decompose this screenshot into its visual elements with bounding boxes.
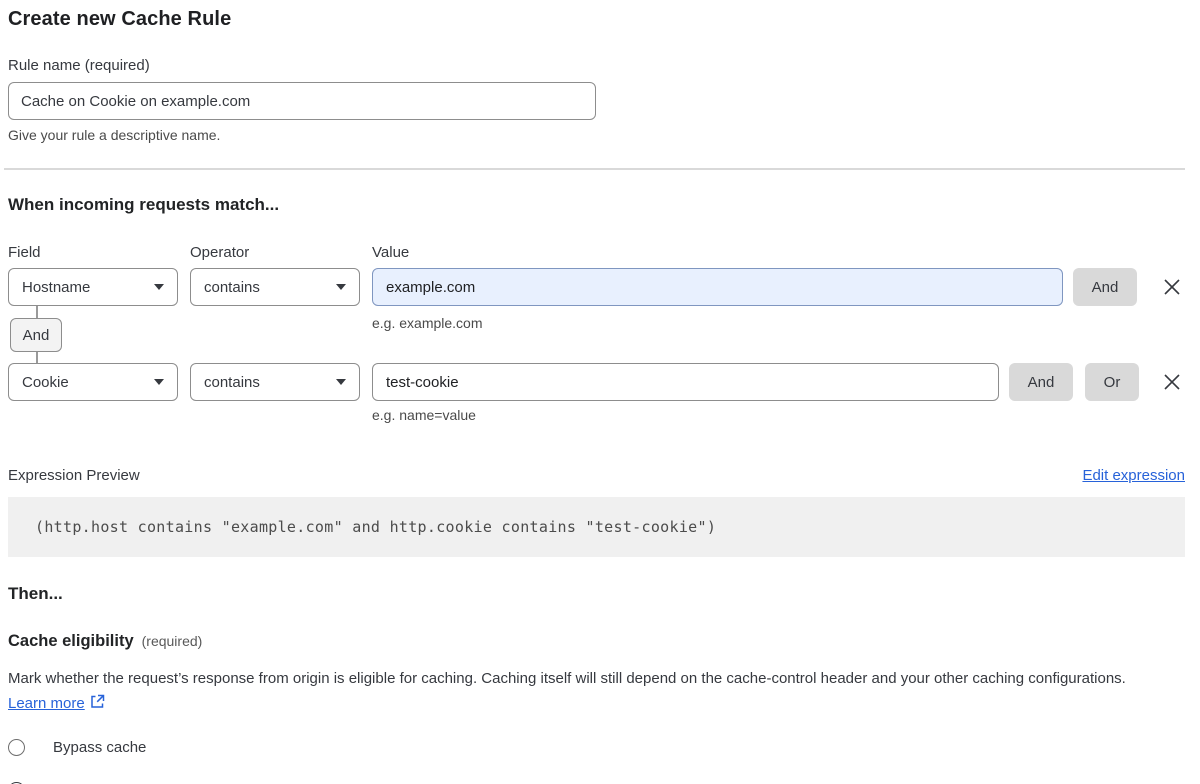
condition-row-1: Hostname contains And bbox=[8, 268, 1185, 306]
condition-row-2: Cookie contains And Or bbox=[8, 363, 1185, 401]
connector-band: And e.g. example.com bbox=[8, 306, 1185, 363]
external-link-icon bbox=[90, 694, 105, 709]
expression-code: (http.host contains "example.com" and ht… bbox=[35, 518, 716, 536]
radio-unchecked-icon[interactable] bbox=[8, 739, 25, 756]
connector-and-toggle[interactable]: And bbox=[10, 318, 62, 352]
chevron-down-icon bbox=[336, 379, 346, 385]
value-input[interactable] bbox=[372, 363, 999, 401]
value-input[interactable] bbox=[372, 268, 1063, 306]
value-column-label: Value bbox=[372, 244, 409, 261]
required-tag: (required) bbox=[142, 633, 203, 649]
operator-select[interactable]: contains bbox=[190, 363, 360, 401]
edit-expression-link[interactable]: Edit expression bbox=[1082, 467, 1185, 484]
close-icon bbox=[1163, 278, 1181, 296]
field-select[interactable]: Hostname bbox=[8, 268, 178, 306]
cache-eligibility-heading: Cache eligibility (required) bbox=[8, 632, 1185, 651]
description-text: Mark whether the request’s response from… bbox=[8, 670, 1126, 687]
add-or-condition-button[interactable]: Or bbox=[1085, 363, 1139, 401]
chevron-down-icon bbox=[154, 379, 164, 385]
expression-preview-label: Expression Preview bbox=[8, 467, 140, 484]
value-hint: e.g. example.com bbox=[372, 315, 483, 331]
add-and-condition-button[interactable]: And bbox=[1073, 268, 1137, 306]
rule-name-help: Give your rule a descriptive name. bbox=[8, 127, 1185, 143]
field-select[interactable]: Cookie bbox=[8, 363, 178, 401]
connector-line bbox=[36, 306, 38, 318]
expression-code-block: (http.host contains "example.com" and ht… bbox=[8, 497, 1185, 557]
close-icon bbox=[1163, 373, 1181, 391]
rule-name-input[interactable] bbox=[8, 82, 596, 120]
page-title: Create new Cache Rule bbox=[8, 8, 1185, 31]
operator-select[interactable]: contains bbox=[190, 268, 360, 306]
expression-preview-header: Expression Preview Edit expression bbox=[8, 467, 1185, 484]
field-select-value: Cookie bbox=[22, 374, 69, 391]
rule-name-label: Rule name (required) bbox=[8, 57, 1185, 74]
chevron-down-icon bbox=[336, 284, 346, 290]
operator-column-label: Operator bbox=[190, 244, 360, 261]
field-select-value: Hostname bbox=[22, 279, 90, 296]
operator-select-value: contains bbox=[204, 374, 260, 391]
cache-eligibility-title: Cache eligibility bbox=[8, 632, 134, 651]
field-column-label: Field bbox=[8, 244, 178, 261]
connector-line bbox=[36, 352, 38, 363]
match-section-heading: When incoming requests match... bbox=[8, 195, 1185, 215]
value-hint: e.g. name=value bbox=[372, 407, 1185, 423]
remove-condition-button[interactable] bbox=[1159, 369, 1185, 395]
radio-option-bypass-cache[interactable]: Bypass cache bbox=[8, 739, 1185, 756]
then-heading: Then... bbox=[8, 584, 1185, 604]
remove-condition-button[interactable] bbox=[1159, 274, 1185, 300]
chevron-down-icon bbox=[154, 284, 164, 290]
radio-label: Bypass cache bbox=[53, 739, 146, 756]
condition-column-labels: Field Operator Value bbox=[8, 244, 1185, 261]
section-divider bbox=[4, 168, 1185, 170]
add-and-condition-button[interactable]: And bbox=[1009, 363, 1073, 401]
learn-more-link[interactable]: Learn more bbox=[8, 695, 85, 712]
operator-select-value: contains bbox=[204, 279, 260, 296]
cache-eligibility-description: Mark whether the request’s response from… bbox=[8, 666, 1168, 716]
